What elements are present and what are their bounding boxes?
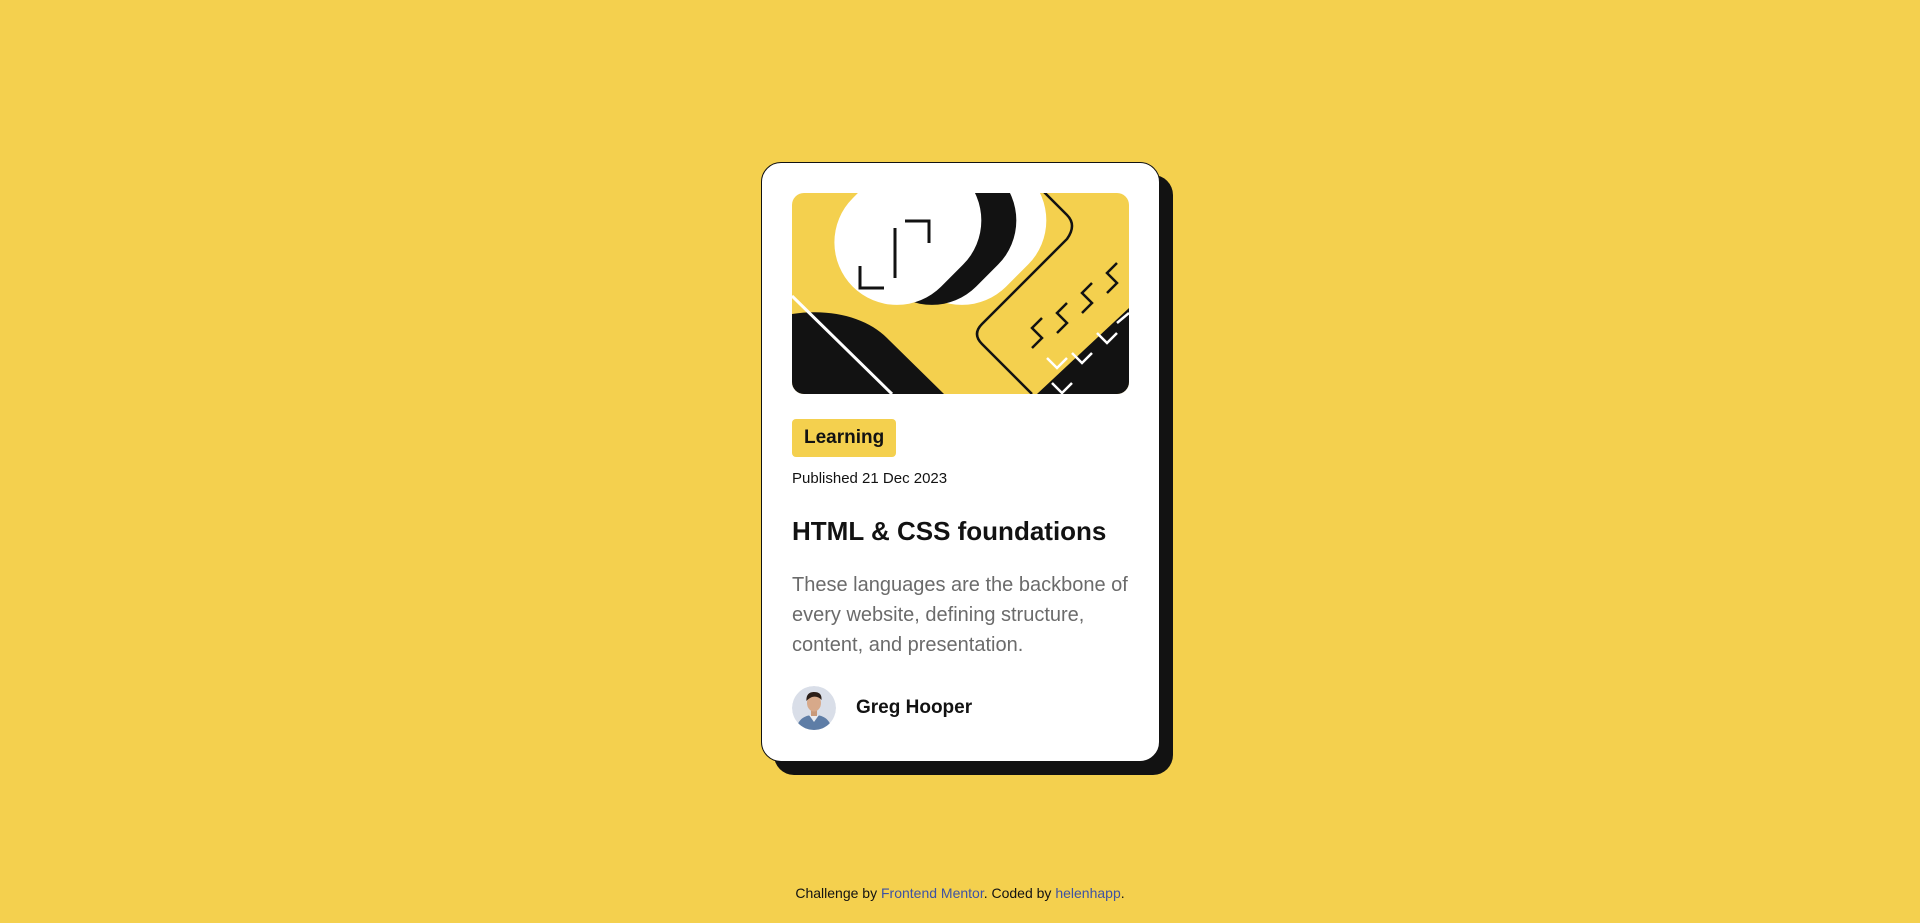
author-link[interactable]: helenhapp: [1055, 885, 1120, 901]
published-date: Published 21 Dec 2023: [792, 470, 948, 487]
article-title[interactable]: HTML & CSS foundations: [792, 516, 1106, 547]
author-name: Greg Hooper: [856, 697, 973, 718]
illustration-svg: [792, 193, 1129, 394]
article-description: These languages are the backbone of ever…: [792, 574, 1128, 656]
attribution: Challenge by Frontend Mentor. Coded by h…: [0, 885, 1920, 901]
frontend-mentor-link[interactable]: Frontend Mentor: [881, 885, 984, 901]
attribution-suffix: .: [1120, 885, 1125, 901]
avatar-image: [792, 686, 836, 730]
author-avatar: [792, 686, 836, 730]
attribution-prefix: Challenge by: [795, 885, 881, 901]
blog-preview-card-wrapper: Learning Published 21 Dec 2023 HTML & CS…: [761, 162, 1173, 775]
author-block: Greg Hooper: [792, 686, 972, 730]
attribution-middle: . Coded by: [983, 885, 1056, 901]
category-tag: Learning: [792, 419, 897, 457]
blog-preview-card: Learning Published 21 Dec 2023 HTML & CS…: [761, 162, 1160, 762]
article-illustration: [792, 193, 1129, 394]
